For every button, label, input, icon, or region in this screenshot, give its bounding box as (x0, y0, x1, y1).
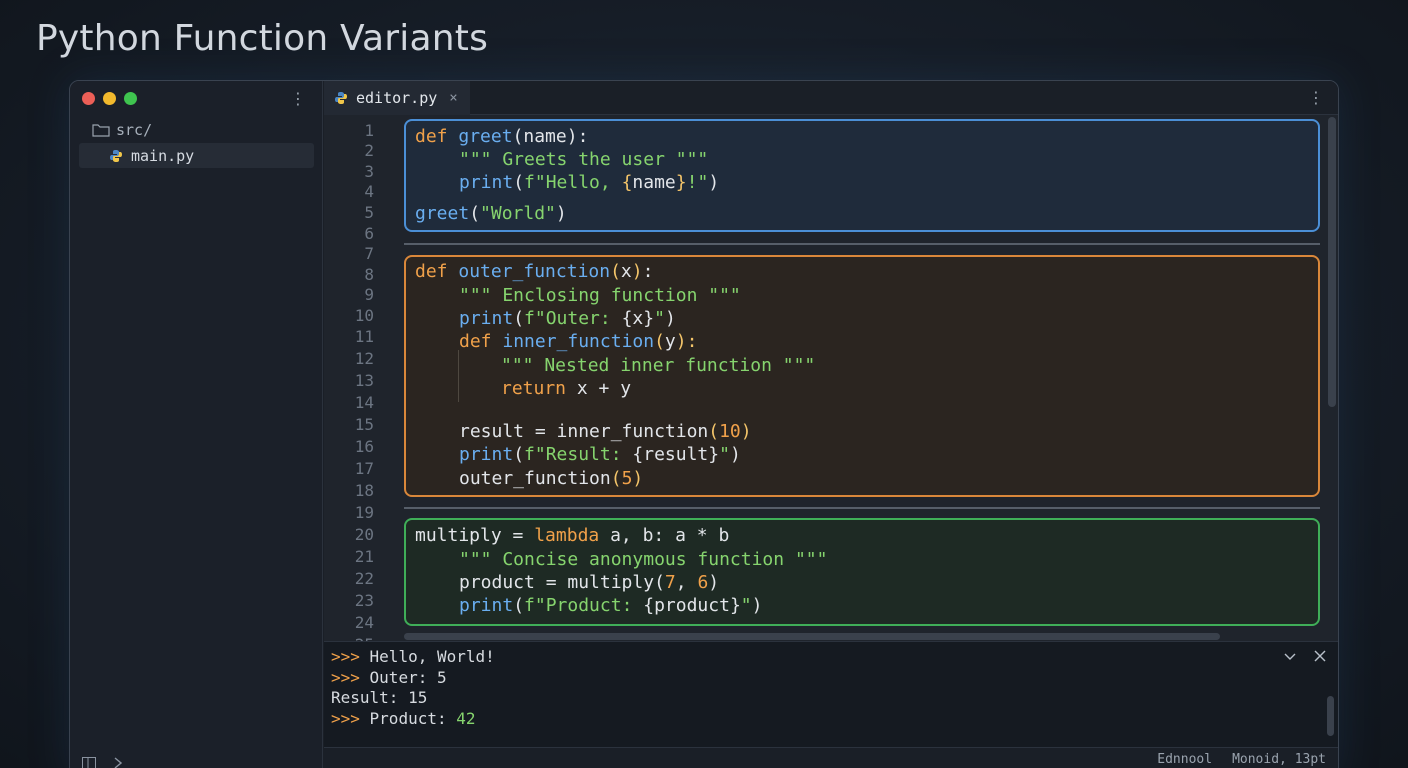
indent-guide (458, 350, 459, 402)
tab-editor-py[interactable]: editor.py × (324, 81, 470, 115)
sidebar-bottom-bar (82, 757, 122, 768)
editor-window: ⋮ src/ main.py editor.py × ⋮ 1 2 3 4 5 6… (69, 80, 1339, 768)
line-number: 24 (354, 613, 374, 632)
minimize-window-button[interactable] (103, 92, 116, 105)
line-number: 2 (364, 141, 374, 160)
line-number: 22 (354, 569, 374, 588)
line-number: 17 (354, 459, 374, 478)
code-line: print(f"Hello, {name}!") (459, 172, 720, 193)
sidebar-kebab-menu-icon[interactable]: ⋮ (290, 91, 306, 107)
line-number: 16 (354, 437, 374, 456)
line-number: 9 (364, 285, 374, 304)
block-separator (404, 507, 1320, 509)
status-font-label: Monoid, 13pt (1232, 752, 1326, 767)
tree-file-main-py[interactable]: main.py (79, 143, 314, 168)
horizontal-scrollbar[interactable] (404, 633, 1220, 640)
line-number: 10 (354, 306, 374, 325)
line-number: 23 (354, 591, 374, 610)
code-line: """ Concise anonymous function """ (459, 549, 828, 570)
terminal-line: >>> Hello, World! (331, 647, 495, 666)
code-line: return x + y (501, 378, 632, 399)
panel-toggle-icon[interactable] (82, 757, 96, 768)
line-number: 18 (354, 481, 374, 500)
tab-label: editor.py (356, 89, 438, 107)
page-title: Python Function Variants (36, 18, 489, 59)
code-line: greet("World") (415, 203, 567, 224)
code-line: print(f"Product: {product}") (459, 595, 763, 616)
editor-kebab-menu-icon[interactable]: ⋮ (1308, 90, 1324, 106)
code-line: """ Greets the user """ (459, 149, 709, 170)
line-number: 5 (364, 203, 374, 222)
terminal-line: >>> Outer: 5 (331, 668, 447, 687)
line-number: 14 (354, 393, 374, 412)
vertical-scrollbar[interactable] (1328, 117, 1336, 407)
code-line: outer_function(5) (459, 468, 644, 489)
terminal-line: >>> Product: 42 (331, 709, 476, 728)
maximize-window-button[interactable] (124, 92, 137, 105)
line-number: 11 (354, 327, 374, 346)
terminal-panel[interactable]: >>> Hello, World! >>> Outer: 5 Result: 1… (324, 641, 1338, 747)
line-number: 20 (354, 525, 374, 544)
python-icon (110, 149, 122, 162)
tree-folder-src[interactable]: src/ (92, 121, 152, 139)
terminal-scrollbar[interactable] (1327, 696, 1334, 736)
status-left-label: Ednnool (1157, 752, 1213, 767)
chevron-down-icon[interactable] (1284, 650, 1296, 662)
python-icon (335, 92, 347, 104)
chevron-right-icon[interactable] (114, 757, 122, 768)
window-controls (82, 92, 137, 105)
close-window-button[interactable] (82, 92, 95, 105)
line-number: 21 (354, 547, 374, 566)
line-number: 12 (354, 349, 374, 368)
code-line: multiply = lambda a, b: a * b (415, 525, 730, 546)
status-bar: Ednnool Monoid, 13pt (324, 747, 1338, 768)
file-label: main.py (131, 146, 195, 165)
close-icon[interactable] (1314, 650, 1326, 662)
terminal-line: Result: 15 (331, 688, 428, 707)
code-line: print(f"Outer: {x}") (459, 308, 676, 329)
code-line: def outer_function(x): (415, 261, 654, 282)
code-line: print(f"Result: {result}") (459, 444, 741, 465)
line-number: 4 (364, 182, 374, 201)
code-line: def greet(name): (415, 126, 589, 147)
close-tab-icon[interactable]: × (449, 90, 457, 106)
line-number: 3 (364, 162, 374, 181)
folder-label: src/ (116, 121, 153, 139)
line-number: 15 (354, 415, 374, 434)
line-number: 1 (364, 121, 374, 140)
status-info: Ednnool Monoid, 13pt (1157, 752, 1326, 767)
line-number: 13 (354, 371, 374, 390)
editor-area[interactable]: editor.py × ⋮ 1 2 3 4 5 6 7 8 9 10 11 12… (324, 81, 1338, 654)
tab-bar: editor.py × ⋮ (324, 81, 1338, 115)
code-line: result = inner_function(10) (459, 421, 752, 442)
code-line: def inner_function(y): (459, 331, 698, 352)
line-number: 8 (364, 265, 374, 284)
code-line: """ Enclosing function """ (459, 285, 741, 306)
file-explorer-sidebar: ⋮ src/ main.py (70, 81, 323, 768)
folder-icon (92, 124, 110, 137)
line-number: 6 (364, 224, 374, 243)
code-line: product = multiply(7, 6) (459, 572, 720, 593)
line-number: 7 (364, 244, 374, 263)
block-separator (404, 243, 1320, 245)
terminal-controls (1284, 650, 1326, 662)
line-number: 19 (354, 503, 374, 522)
code-line: """ Nested inner function """ (501, 355, 816, 376)
